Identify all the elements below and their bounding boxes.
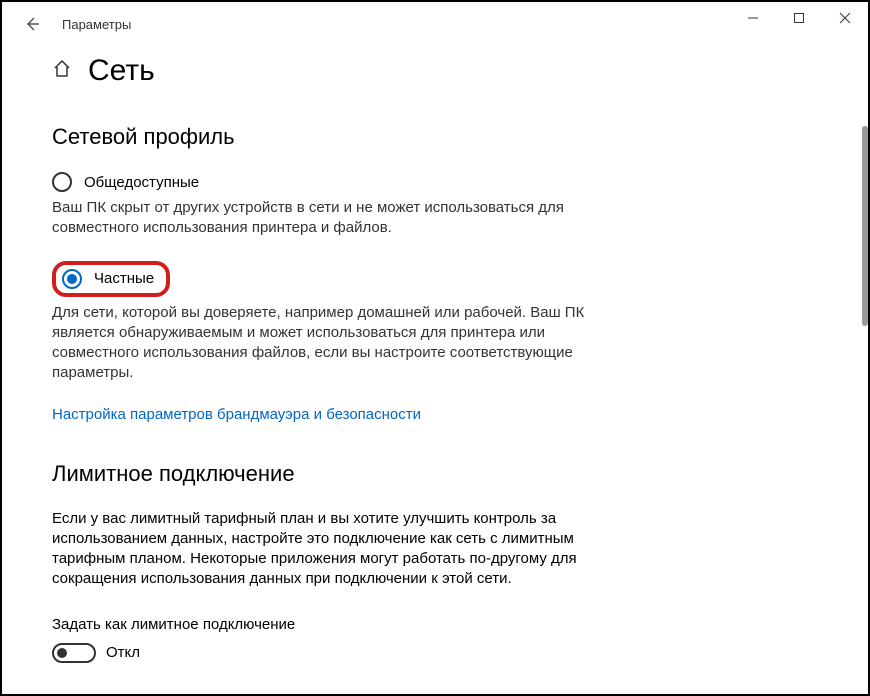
metered-toggle[interactable] xyxy=(52,643,96,663)
minimize-button[interactable] xyxy=(730,2,776,34)
toggle-knob-icon xyxy=(57,648,67,658)
radio-circle-icon xyxy=(52,172,72,192)
scrollbar[interactable] xyxy=(862,126,868,326)
minimize-icon xyxy=(747,12,759,24)
maximize-button[interactable] xyxy=(776,2,822,34)
metered-toggle-label: Задать как лимитное подключение xyxy=(52,616,818,633)
content-area: Сеть Сетевой профиль Общедоступные Ваш П… xyxy=(2,46,868,694)
metered-heading: Лимитное подключение xyxy=(52,461,818,487)
window-title: Параметры xyxy=(62,17,131,32)
back-button[interactable] xyxy=(20,12,44,36)
metered-toggle-row: Откл xyxy=(52,643,818,663)
radio-private[interactable]: Частные xyxy=(52,261,818,297)
radio-private-label: Частные xyxy=(94,270,154,287)
radio-dot-icon xyxy=(67,274,77,284)
radio-public[interactable]: Общедоступные xyxy=(52,172,818,192)
arrow-left-icon xyxy=(24,16,40,32)
radio-public-desc: Ваш ПК скрыт от других устройств в сети … xyxy=(52,198,592,239)
network-profile-heading: Сетевой профиль xyxy=(52,124,818,150)
close-icon xyxy=(839,12,851,24)
radio-public-label: Общедоступные xyxy=(84,174,199,191)
maximize-icon xyxy=(793,12,805,24)
metered-toggle-state: Откл xyxy=(106,644,140,661)
radio-circle-selected-icon xyxy=(62,269,82,289)
page-title: Сеть xyxy=(88,54,155,88)
close-button[interactable] xyxy=(822,2,868,34)
radio-private-desc: Для сети, которой вы доверяете, например… xyxy=(52,303,592,384)
titlebar: Параметры xyxy=(2,2,868,46)
page-header: Сеть xyxy=(52,54,818,88)
home-icon[interactable] xyxy=(52,59,72,84)
metered-desc: Если у вас лимитный тарифный план и вы х… xyxy=(52,509,612,590)
highlight-box: Частные xyxy=(52,261,170,297)
window-controls xyxy=(730,2,868,46)
firewall-settings-link[interactable]: Настройка параметров брандмауэра и безоп… xyxy=(52,406,421,423)
